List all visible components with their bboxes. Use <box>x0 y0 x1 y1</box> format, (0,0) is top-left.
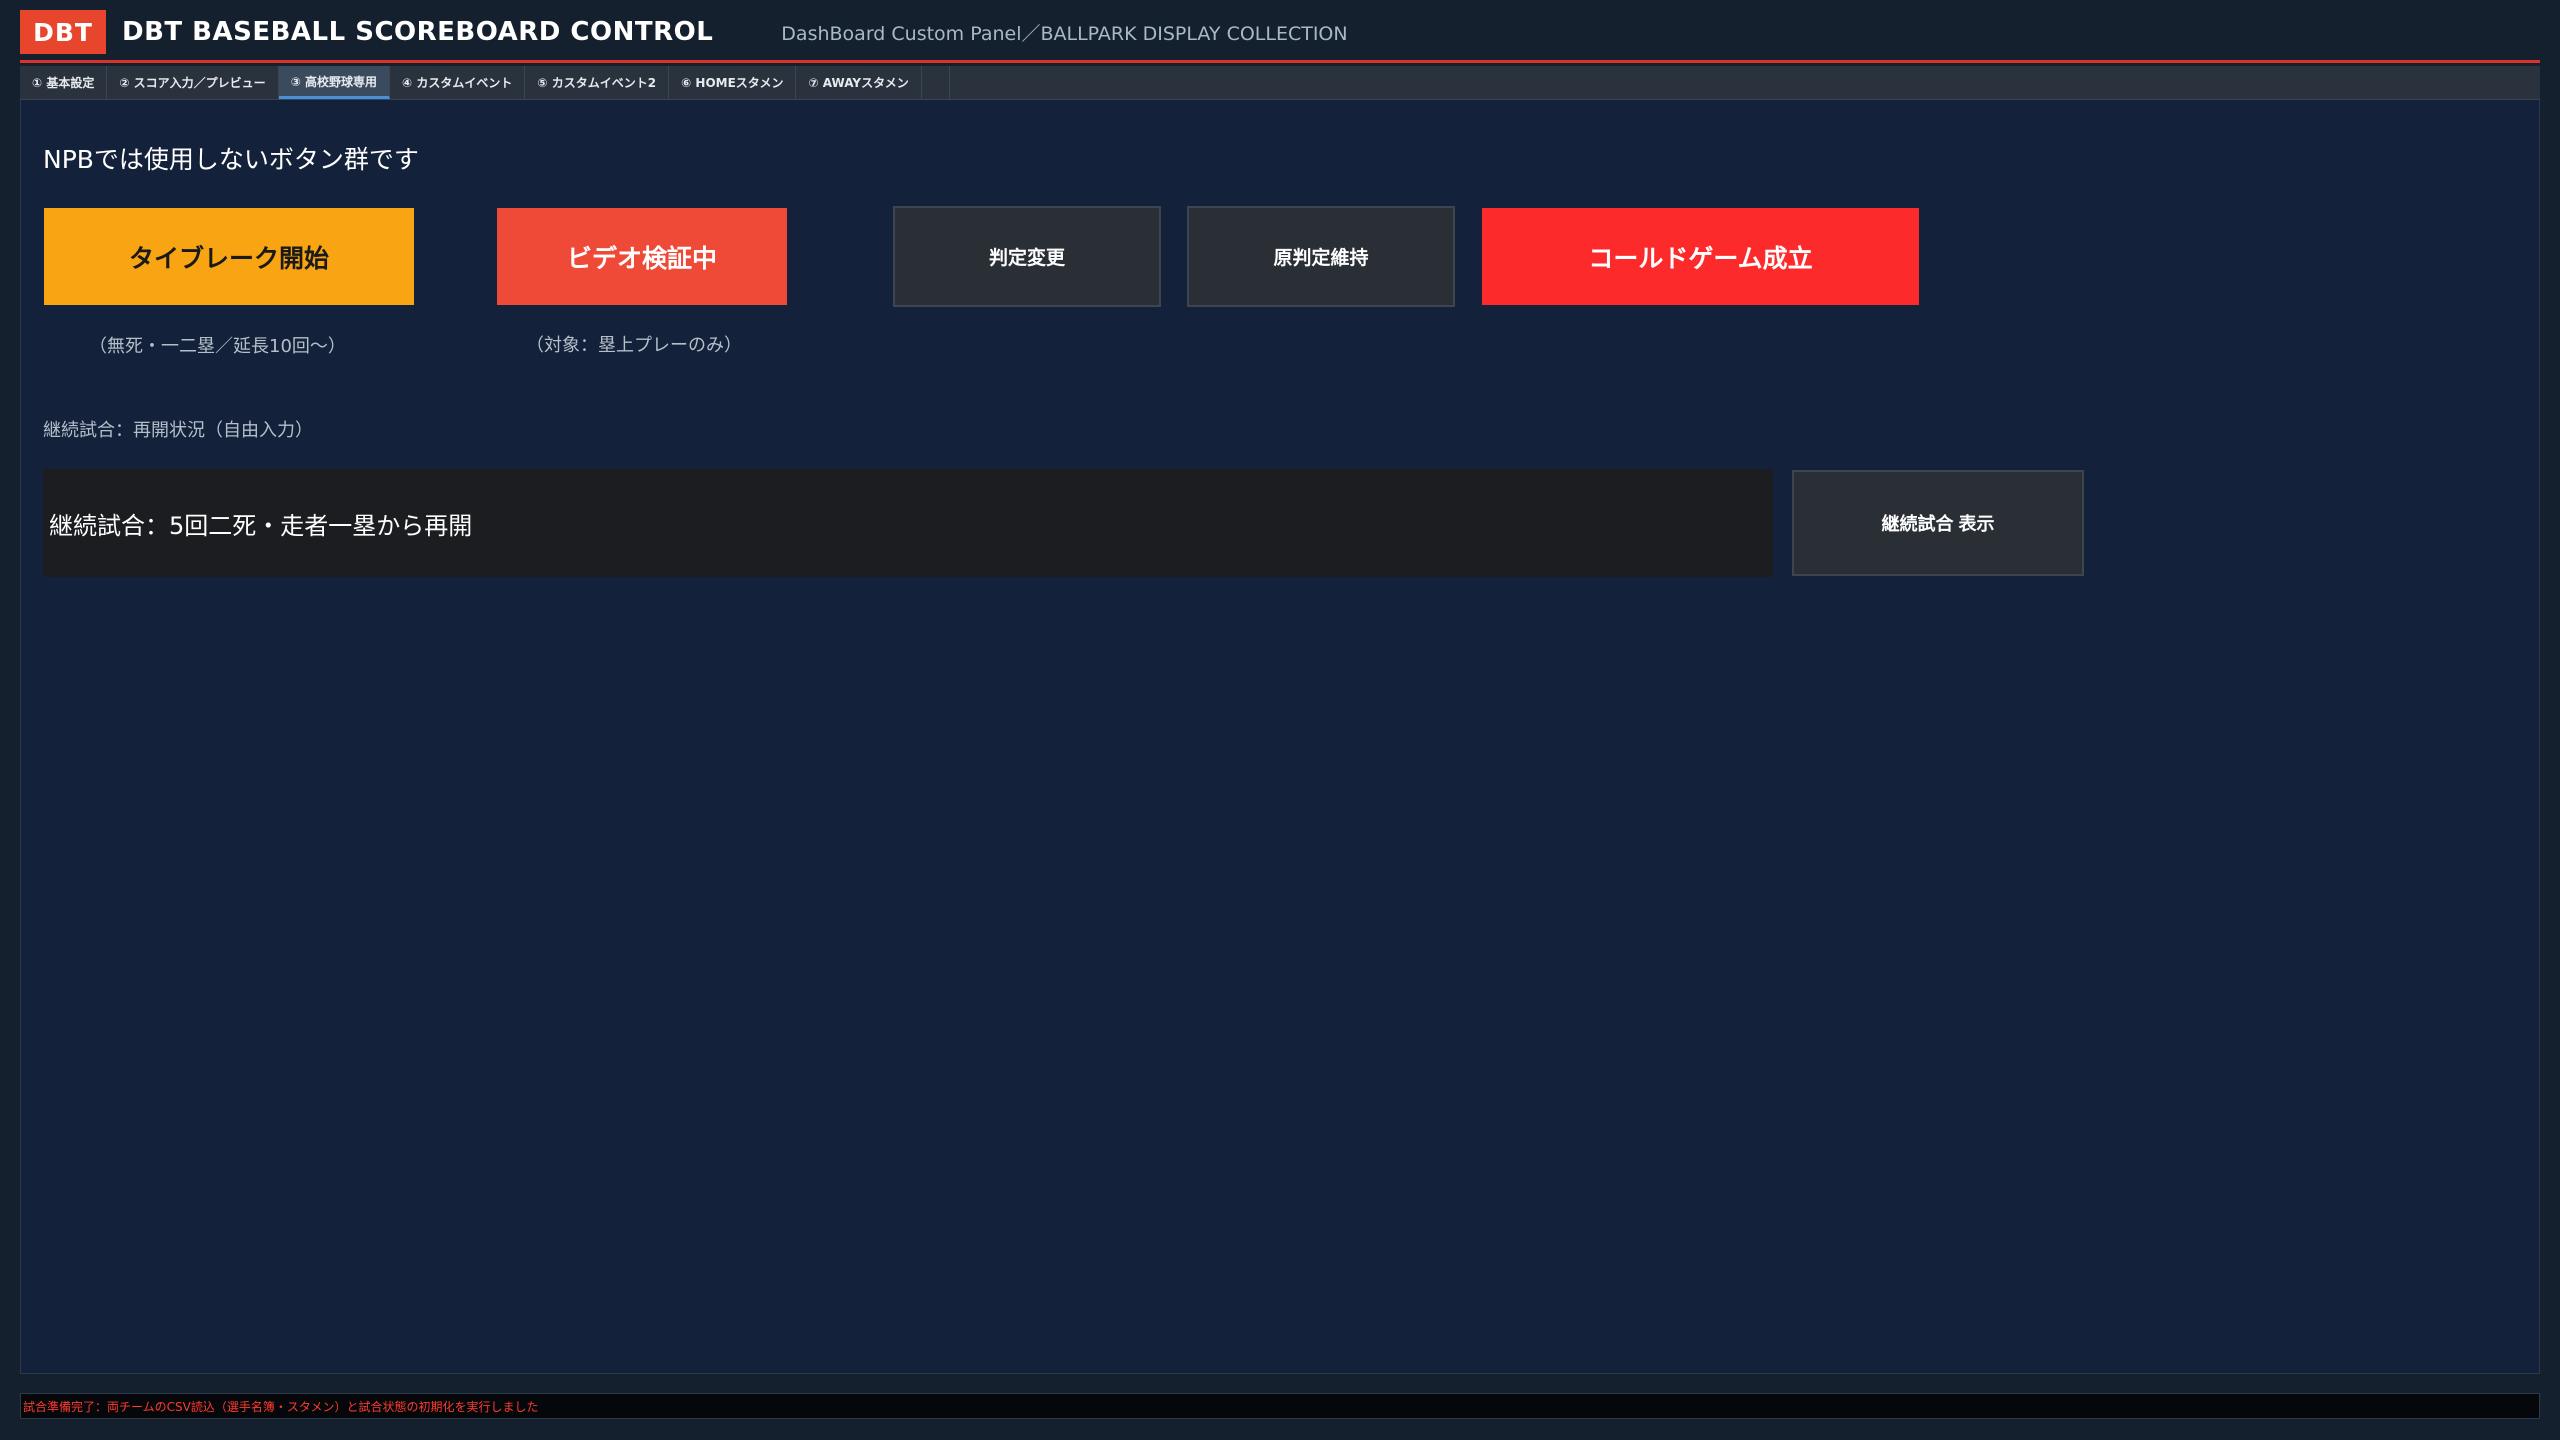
app-subtitle: DashBoard Custom Panel／BALLPARK DISPLAY … <box>781 22 1348 45</box>
status-message: 試合準備完了：両チームのCSV読込（選手名簿・スタメン）と試合状態の初期化を実行… <box>23 1399 539 1414</box>
section-title: NPBでは使用しないボタン群です <box>43 145 419 174</box>
app-window: DBT DBT BASEBALL SCOREBOARD CONTROL Dash… <box>0 0 2560 1440</box>
call-changed-button[interactable]: 判定変更 <box>893 206 1161 307</box>
app-title: DBT BASEBALL SCOREBOARD CONTROL <box>122 17 714 47</box>
tab-basic-settings[interactable]: ① 基本設定 <box>20 66 108 99</box>
call-upheld-button[interactable]: 原判定維持 <box>1187 206 1455 307</box>
resume-status-label: 継続試合：再開状況（自由入力） <box>43 420 313 441</box>
tab-away-lineup[interactable]: ⑦ AWAYスタメン <box>796 66 922 99</box>
resume-display-button[interactable]: 継続試合 表示 <box>1792 470 2084 576</box>
video-review-button[interactable]: ビデオ検証中 <box>497 208 787 305</box>
header-divider <box>20 60 2540 63</box>
tab-custom-event-2[interactable]: ⑤ カスタムイベント2 <box>525 66 670 99</box>
tiebreak-start-button[interactable]: タイブレーク開始 <box>44 208 414 305</box>
tab-custom-event[interactable]: ④ カスタムイベント <box>390 66 526 99</box>
main-panel: NPBでは使用しないボタン群です タイブレーク開始 ビデオ検証中 判定変更 原判… <box>20 100 2540 1374</box>
status-bar: 試合準備完了：両チームのCSV読込（選手名簿・スタメン）と試合状態の初期化を実行… <box>20 1393 2540 1419</box>
logo: DBT <box>20 10 106 54</box>
tiebreak-note: （無死・一二塁／延長10回〜） <box>89 336 346 357</box>
called-game-button[interactable]: コールドゲーム成立 <box>1482 208 1919 305</box>
tab-score-input[interactable]: ② スコア入力／プレビュー <box>107 66 279 99</box>
app-header: DBT DBT BASEBALL SCOREBOARD CONTROL Dash… <box>20 6 2540 58</box>
tab-bar: ① 基本設定 ② スコア入力／プレビュー ③ 高校野球専用 ④ カスタムイベント… <box>20 66 2540 100</box>
tab-home-lineup[interactable]: ⑥ HOMEスタメン <box>669 66 797 99</box>
tab-divider <box>922 66 950 99</box>
resume-status-input[interactable] <box>43 469 1773 577</box>
video-review-note: （対象：塁上プレーのみ） <box>526 335 742 356</box>
tab-high-school[interactable]: ③ 高校野球専用 <box>278 66 391 99</box>
